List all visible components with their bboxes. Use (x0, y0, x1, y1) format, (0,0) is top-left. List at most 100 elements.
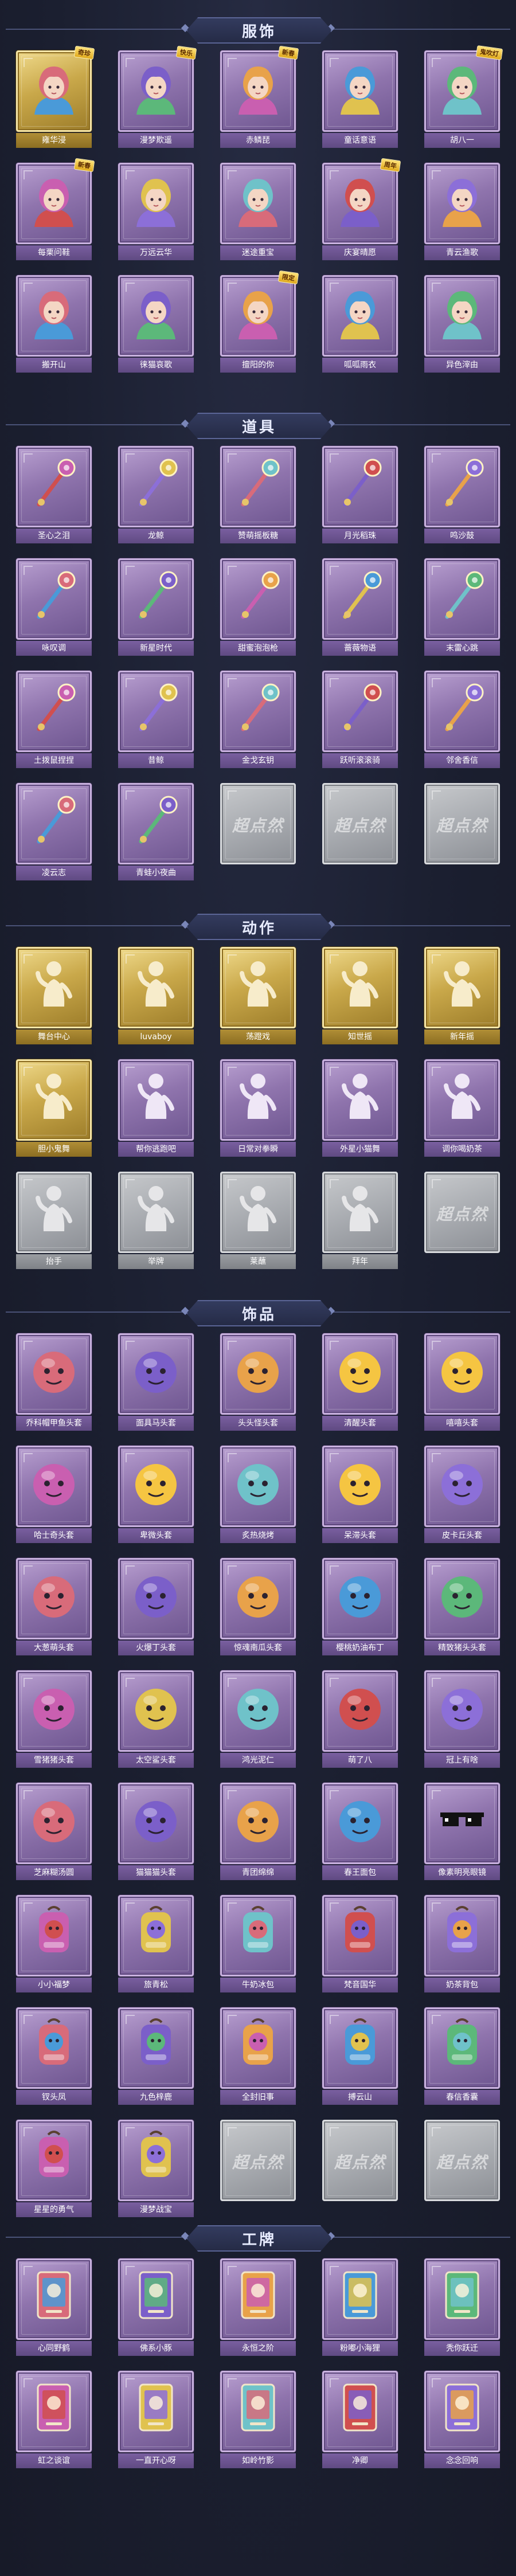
item-card[interactable]: 钗头凤 (16, 2007, 92, 2106)
item-card[interactable]: 大葱萌头套 (16, 1558, 92, 1657)
item-card[interactable]: 猫猫猫头套 (118, 1783, 194, 1881)
item-card[interactable]: 超点然 (322, 2120, 398, 2218)
item-card[interactable]: 清醒头套 (322, 1333, 398, 1432)
item-card[interactable]: 邻舍香信 (424, 671, 500, 769)
item-card[interactable]: 月光稻珠 (322, 446, 398, 545)
item-card[interactable]: 哈士奇头套 (16, 1446, 92, 1544)
item-card[interactable]: 超点然 (424, 2120, 500, 2218)
item-card[interactable]: 圣心之泪 (16, 446, 92, 545)
item-card[interactable]: 呆滞头套 (322, 1446, 398, 1544)
item-card[interactable]: 外星小猫舞 (322, 1059, 398, 1158)
item-card[interactable]: 超点然 (220, 783, 296, 882)
item-card[interactable]: 日常对拳瞬 (220, 1059, 296, 1158)
item-card[interactable]: 净卿 (322, 2371, 398, 2469)
item-card[interactable]: 赞萌摇板糖 (220, 446, 296, 545)
item-card[interactable]: 火爆丁头套 (118, 1558, 194, 1657)
item-card[interactable]: 新年摇 (424, 947, 500, 1046)
item-card[interactable]: 甜蜜泡泡枪 (220, 558, 296, 657)
item-card[interactable]: 超点然 (424, 1172, 500, 1270)
item-card[interactable]: 小小福梦 (16, 1895, 92, 1994)
item-card[interactable]: 春王面包 (322, 1783, 398, 1881)
item-card[interactable]: 超点然 (220, 2120, 296, 2218)
item-card[interactable]: 快乐 漫梦欺遥 (118, 45, 197, 149)
item-card[interactable]: 跃听滚滚骑 (322, 671, 398, 769)
item-card[interactable]: 秃你跃迁 (424, 2258, 500, 2357)
item-card[interactable]: 漫梦战宝 (118, 2120, 194, 2218)
item-card[interactable]: 调你喝奶茶 (424, 1059, 500, 1158)
item-card[interactable]: 新春 每栗问鞋 (16, 158, 95, 261)
item-card[interactable]: 超点然 (424, 783, 500, 882)
item-card[interactable]: 皮卡丘头套 (424, 1446, 500, 1544)
item-card[interactable]: 萌了八 (322, 1670, 398, 1769)
item-card[interactable]: 帮你逃跑吧 (118, 1059, 194, 1158)
item-card[interactable]: 如岭竹影 (220, 2371, 296, 2469)
item-card[interactable]: 拜年 (322, 1172, 398, 1270)
item-card[interactable]: 冠上有啥 (424, 1670, 500, 1769)
item-card[interactable]: luvaboy (118, 947, 194, 1046)
item-card[interactable]: 像素明亮眼镜 (424, 1783, 500, 1881)
item-card[interactable]: 全封旧事 (220, 2007, 296, 2106)
item-card[interactable]: 搏云山 (322, 2007, 398, 2106)
item-card[interactable]: 新星时代 (118, 558, 194, 657)
item-card[interactable]: 凌云志 (16, 783, 92, 882)
item-card[interactable]: 春信香囊 (424, 2007, 500, 2106)
item-card[interactable]: 徕猫哀歌 (118, 275, 194, 374)
item-card[interactable]: 佛系小豚 (118, 2258, 194, 2357)
item-card[interactable]: 鬼吹灯 胡八一 (424, 45, 503, 149)
item-card[interactable]: 童话意语 (322, 50, 398, 149)
item-card[interactable]: 永恒之阶 (220, 2258, 296, 2357)
item-card[interactable]: 龙鲸 (118, 446, 194, 545)
item-card[interactable]: 精致猪头头套 (424, 1558, 500, 1657)
item-card[interactable]: 土拨鼠捏捏 (16, 671, 92, 769)
item-card[interactable]: 虹之谈谊 (16, 2371, 92, 2469)
item-card[interactable]: 金戈玄钥 (220, 671, 296, 769)
item-card[interactable]: 乔科帽甲鱼头套 (16, 1333, 92, 1432)
item-card[interactable]: 超点然 (322, 783, 398, 882)
item-card[interactable]: 梵音国华 (322, 1895, 398, 1994)
item-card[interactable]: 头头怪头套 (220, 1333, 296, 1432)
item-card[interactable]: 迷途重宝 (220, 163, 296, 261)
item-card[interactable]: 粉嘟小海狸 (322, 2258, 398, 2357)
item-card[interactable]: 炙热烧烤 (220, 1446, 296, 1544)
item-card[interactable]: 搬开山 (16, 275, 92, 374)
item-card[interactable]: 呱呱雨衣 (322, 275, 398, 374)
item-card[interactable]: 蔷薇物语 (322, 558, 398, 657)
item-card[interactable]: 樱桃奶油布丁 (322, 1558, 398, 1657)
item-card[interactable]: 心同野鹤 (16, 2258, 92, 2357)
item-card[interactable]: 昔鲸 (118, 671, 194, 769)
item-card[interactable]: 青蛙小夜曲 (118, 783, 194, 882)
item-card[interactable]: 惊魂南瓜头套 (220, 1558, 296, 1657)
item-card[interactable]: 举牌 (118, 1172, 194, 1270)
item-card[interactable]: 青团绵绵 (220, 1783, 296, 1881)
item-card[interactable]: 面具马头套 (118, 1333, 194, 1432)
item-card[interactable]: 周年 庆宴晴愿 (322, 158, 401, 261)
item-card[interactable]: 青云渔歌 (424, 163, 500, 261)
item-card[interactable]: 抬手 (16, 1172, 92, 1270)
item-card[interactable]: 芝麻糊汤圆 (16, 1783, 92, 1881)
item-card[interactable]: 荡蹬戏 (220, 947, 296, 1046)
item-card[interactable]: 奶茶背包 (424, 1895, 500, 1994)
item-card[interactable]: 卑微头套 (118, 1446, 194, 1544)
item-card[interactable]: 太空鲨头套 (118, 1670, 194, 1769)
item-card[interactable]: 末雷心跳 (424, 558, 500, 657)
item-card[interactable]: 异色滓由 (424, 275, 500, 374)
item-card[interactable]: 牛奶冰包 (220, 1895, 296, 1994)
item-card[interactable]: 新春 赤鳞琵 (220, 45, 299, 149)
item-card[interactable]: 万远云华 (118, 163, 194, 261)
item-card[interactable]: 一直开心呀 (118, 2371, 194, 2469)
item-card[interactable]: 胆小鬼舞 (16, 1059, 92, 1158)
item-card[interactable]: 鸿光泥仁 (220, 1670, 296, 1769)
item-card[interactable]: 咏叹调 (16, 558, 92, 657)
item-card[interactable]: 星星的勇气 (16, 2120, 92, 2218)
item-card[interactable]: 九色梓鹿 (118, 2007, 194, 2106)
item-card[interactable]: 鸣沙鼓 (424, 446, 500, 545)
item-card[interactable]: 念念回响 (424, 2371, 500, 2469)
item-card[interactable]: 莱蘸 (220, 1172, 296, 1270)
item-card[interactable]: 嘻嘻头套 (424, 1333, 500, 1432)
item-card[interactable]: 雪猪猪头套 (16, 1670, 92, 1769)
item-card[interactable]: 知世摇 (322, 947, 398, 1046)
item-card[interactable]: 舞台中心 (16, 947, 92, 1046)
item-card[interactable]: 旅青松 (118, 1895, 194, 1994)
item-card[interactable]: 奇珍 雍华浸 (16, 45, 95, 149)
item-card[interactable]: 限定 擅阳的你 (220, 270, 299, 374)
